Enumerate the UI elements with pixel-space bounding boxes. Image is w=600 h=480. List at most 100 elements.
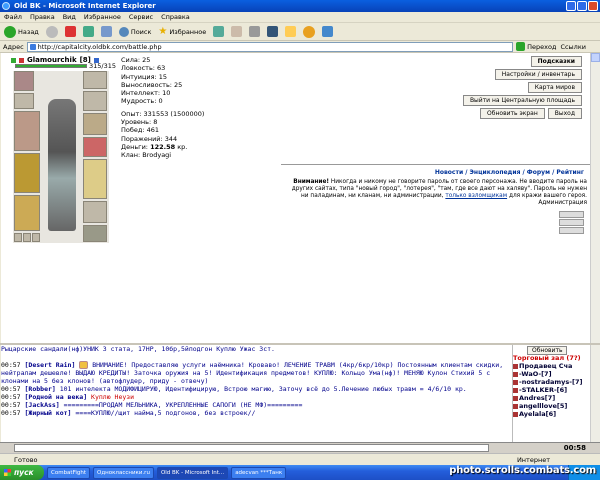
ring2-slot[interactable] [23, 233, 31, 242]
stat-intuition: Интуиция: 15 [121, 72, 168, 81]
page-scrollbar[interactable] [590, 53, 600, 453]
menu-tools[interactable]: Сервис [129, 12, 153, 22]
room-user[interactable]: Andres[7] [513, 394, 590, 402]
watermark: photo.scrolls.combats.com [449, 465, 596, 476]
status-text: Готово [14, 456, 38, 464]
menu-edit[interactable]: Правка [30, 12, 55, 22]
armor-slot[interactable] [14, 153, 40, 193]
research-button[interactable] [320, 25, 335, 39]
toolbar: Назад Поиск ★ Избранное [0, 23, 600, 41]
history-button[interactable] [211, 25, 226, 39]
chat-line: 00:57 [JackAss] =========ПРОДАМ МЕЛЬНИКА… [1, 401, 303, 409]
search-icon [118, 26, 129, 37]
refresh-icon [82, 26, 94, 37]
close-icon[interactable] [588, 1, 598, 11]
counter-2[interactable] [559, 219, 584, 226]
chat-line: Рыцарские сандали(нф)УНИК 3 стата, 17HP,… [1, 345, 275, 353]
menu-favorites[interactable]: Избранное [84, 12, 121, 22]
print-icon [249, 26, 261, 37]
messenger-button[interactable] [301, 25, 317, 39]
ring3-slot[interactable] [32, 233, 40, 242]
refresh-button[interactable] [81, 25, 96, 39]
counter-3[interactable] [559, 227, 584, 234]
boots-slot[interactable] [83, 225, 107, 242]
counter-1[interactable] [559, 211, 584, 218]
clan-icon [513, 387, 518, 393]
back-arrow-icon [4, 25, 16, 38]
menu-file[interactable]: Файл [4, 12, 22, 22]
menu-view[interactable]: Вид [63, 12, 76, 22]
chat-line: 00:57 [Жирный кот] ====КУПЛЮ//щит найма,… [1, 409, 256, 417]
shield-slot[interactable] [83, 159, 107, 199]
forward-button[interactable] [44, 25, 60, 39]
ring1-slot[interactable] [14, 233, 22, 242]
settings-button[interactable]: Настройки / инвентарь [494, 69, 582, 80]
title-bar: Old BK - Microsoft Internet Explorer [0, 0, 600, 12]
research-icon [322, 26, 334, 37]
bracer-slot[interactable] [83, 137, 107, 157]
links-label[interactable]: Ссылки [560, 43, 600, 51]
exit-square-button[interactable]: Выйти на Центральную площадь [462, 95, 582, 106]
right-menu: Подсказки Настройки / инвентарь Карта ми… [462, 56, 582, 119]
refresh-screen-button[interactable]: Обновить экран [480, 108, 545, 119]
top-links[interactable]: Новости / Энциклопедия / Форум / Рейтинг [435, 169, 584, 176]
ie-icon [2, 2, 10, 10]
character-figure [48, 99, 76, 231]
refresh-users-button[interactable]: Обновить [527, 346, 568, 355]
chat-line: 00:57 [Desert Rain] ВНИМАНИЕ! Предоставл… [1, 361, 504, 385]
scroll-up-icon[interactable] [591, 53, 600, 62]
taskbar-item[interactable]: CombatFight [47, 466, 91, 479]
go-button[interactable]: Переход [516, 42, 560, 51]
start-button[interactable]: пуск [0, 465, 44, 480]
back-button[interactable]: Назад [2, 25, 41, 39]
hints-button[interactable]: Подсказки [530, 56, 582, 67]
mail-button[interactable] [229, 25, 244, 39]
minimize-icon[interactable] [566, 1, 576, 11]
online-icon [11, 57, 16, 63]
stat-wisdom: Мудрость: 0 [121, 97, 163, 106]
stop-button[interactable] [63, 25, 78, 39]
taskbar-item[interactable]: adecvan ***Танк [231, 466, 287, 479]
stat-endurance: Выносливость: 25 [121, 80, 183, 89]
gloves-slot[interactable] [83, 113, 107, 135]
window-title: Old BK - Microsoft Internet Explorer [14, 2, 156, 10]
room-user[interactable]: Продавец Сча [513, 362, 590, 370]
character-name[interactable]: Glamourchik [27, 56, 77, 64]
home-button[interactable] [99, 25, 114, 39]
clan-icon [513, 411, 518, 417]
room-user[interactable]: -WaO-[7] [513, 370, 590, 378]
security-warning: Внимание! Никогда и никому не говорите п… [291, 179, 587, 206]
belt-slot[interactable] [14, 195, 40, 231]
room-user[interactable]: -nostradamys-[7] [513, 378, 590, 386]
earring-slot[interactable] [83, 71, 107, 89]
necklace-slot[interactable] [83, 91, 107, 111]
address-input[interactable]: http://capitalcity.oldbk.com/battle.php [26, 41, 514, 52]
chat-line [1, 353, 511, 361]
taskbar-item[interactable]: Одноклассники.ru [93, 466, 154, 479]
chat-input[interactable] [14, 444, 489, 452]
print-button[interactable] [247, 25, 262, 39]
favorites-button[interactable]: ★ Избранное [156, 25, 208, 39]
taskbar-item[interactable]: Old BK - Microsoft Int... [156, 466, 229, 479]
search-button[interactable]: Поиск [117, 25, 154, 39]
hp-bar [15, 64, 87, 68]
counters [559, 211, 584, 235]
warning-link[interactable]: только взломщикам [445, 193, 507, 199]
menu-bar: Файл Правка Вид Избранное Сервис Справка [0, 12, 600, 23]
menu-help[interactable]: Справка [161, 12, 190, 22]
exit-button[interactable]: Выход [547, 108, 582, 119]
maximize-icon[interactable] [577, 1, 587, 11]
room-user[interactable]: -STALKER-[6] [513, 386, 590, 394]
character-header: Glamourchik [8] [11, 56, 99, 64]
edit-button[interactable] [265, 25, 280, 39]
status-bar: Готово Интернет [0, 453, 600, 465]
weapon-slot[interactable] [14, 111, 40, 151]
room-user[interactable]: Ayelala[6] [513, 410, 590, 418]
amulet-slot[interactable] [14, 93, 34, 109]
helmet-slot[interactable] [14, 71, 34, 91]
discuss-button[interactable] [283, 25, 298, 39]
room-user[interactable]: angelllove[5] [513, 402, 590, 410]
address-label: Адрес [3, 42, 24, 51]
map-button[interactable]: Карта миров [527, 82, 582, 93]
leggings-slot[interactable] [83, 201, 107, 223]
